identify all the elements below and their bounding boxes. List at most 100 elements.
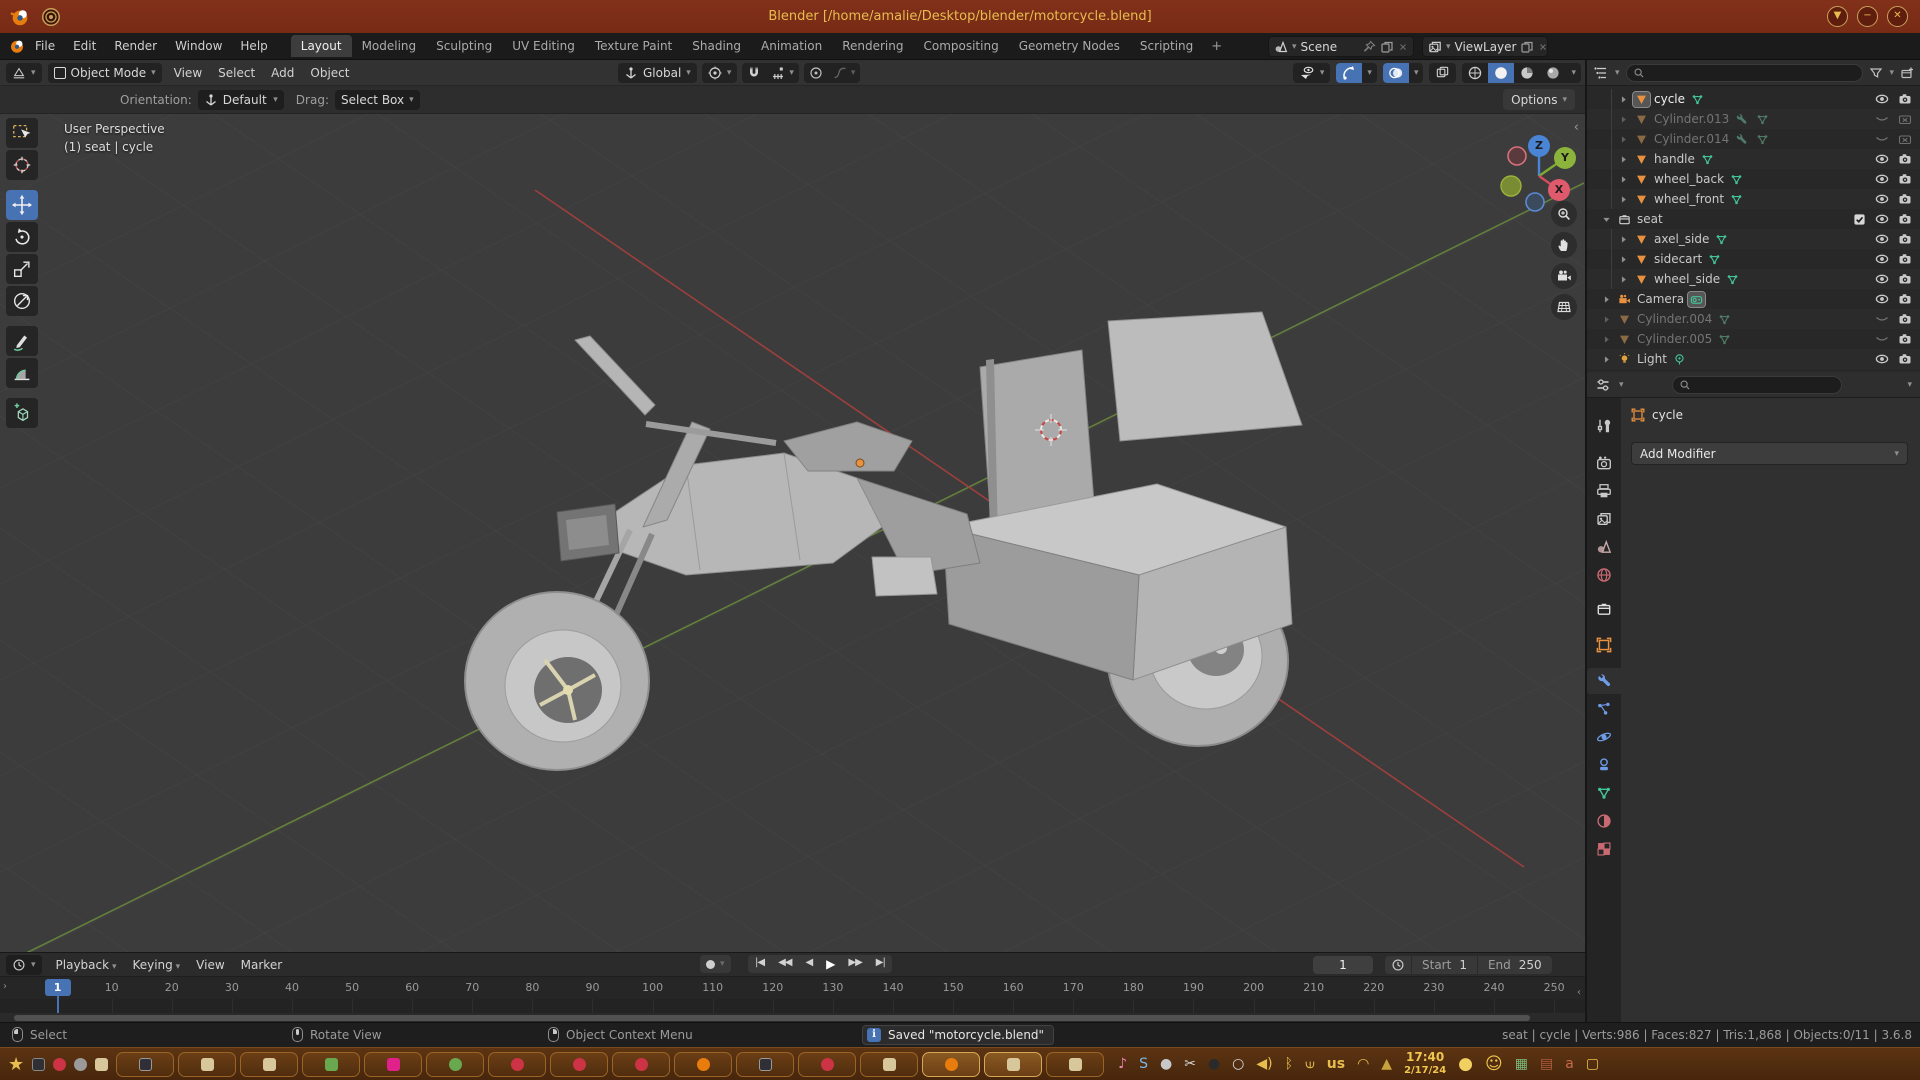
- outliner-row-sidecart[interactable]: sidecart: [1587, 249, 1920, 269]
- taskbar-slot-terminal[interactable]: [736, 1052, 794, 1077]
- properties-tab-material[interactable]: [1587, 808, 1621, 834]
- taskbar-slot-package[interactable]: [860, 1052, 918, 1077]
- timeline-track[interactable]: [0, 999, 1585, 1013]
- snap-target-dropdown[interactable]: ▾: [766, 63, 799, 83]
- shading-mode-group[interactable]: ▾: [1462, 63, 1581, 83]
- close-icon[interactable]: [1538, 40, 1548, 54]
- snapping-group[interactable]: ▾: [742, 63, 799, 83]
- menubar-menu-help[interactable]: Help: [231, 35, 276, 57]
- proportional-edit-group[interactable]: ▾: [804, 63, 861, 83]
- tray-search-icon[interactable]: ○: [1232, 1056, 1244, 1072]
- properties-tab-output[interactable]: [1587, 478, 1621, 504]
- workspace-tab-layout[interactable]: Layout: [291, 35, 352, 57]
- timeline-menu-view[interactable]: View: [188, 958, 232, 972]
- editor-type-button[interactable]: ▾: [6, 63, 42, 83]
- taskbar-slot-darts[interactable]: [426, 1052, 484, 1077]
- sidebar-toggle-arrow[interactable]: ‹: [1574, 120, 1579, 135]
- launcher-wheel-icon[interactable]: [74, 1058, 87, 1071]
- ruler-left-arrow[interactable]: ›: [3, 981, 7, 992]
- tray-ball-icon[interactable]: ●: [1208, 1056, 1220, 1072]
- tool-annotate[interactable]: [6, 326, 38, 356]
- taskbar-slot-player[interactable]: [488, 1052, 546, 1077]
- tray-show-desktop-icon[interactable]: ▢: [1586, 1056, 1599, 1072]
- disable-render-toggle[interactable]: [1898, 252, 1912, 266]
- tray-wifi-icon[interactable]: ◠: [1357, 1056, 1369, 1072]
- filter-icon[interactable]: [1869, 66, 1883, 80]
- disable-render-toggle[interactable]: [1898, 192, 1912, 206]
- hide-viewport-toggle[interactable]: [1875, 252, 1889, 266]
- properties-tab-viewlayer[interactable]: [1587, 506, 1621, 532]
- drag-setting-dropdown[interactable]: Select Box▾: [335, 90, 420, 110]
- tray-usb-icon[interactable]: ⟒: [1305, 1056, 1315, 1072]
- zoom-view-button[interactable]: [1551, 201, 1577, 227]
- tray-scissors-icon[interactable]: ✂: [1184, 1056, 1196, 1072]
- pin-icon[interactable]: [1896, 408, 1910, 422]
- disable-render-toggle[interactable]: [1898, 292, 1912, 306]
- show-gizmo-toggle[interactable]: [1336, 63, 1362, 83]
- tray-volume-icon[interactable]: ◀): [1256, 1056, 1272, 1072]
- properties-tab-scene[interactable]: [1587, 534, 1621, 560]
- tray-dictionary-icon[interactable]: a: [1565, 1056, 1574, 1072]
- launcher-star-icon[interactable]: ★: [8, 1054, 24, 1075]
- taskbar-slot-package[interactable]: [240, 1052, 298, 1077]
- axis-neg-x-ball[interactable]: [1508, 147, 1526, 165]
- window-menu-button[interactable]: ▼: [1827, 6, 1848, 27]
- properties-tab-data[interactable]: [1587, 780, 1621, 806]
- menubar-menu-render[interactable]: Render: [105, 35, 166, 57]
- pin-icon[interactable]: [1362, 40, 1376, 54]
- outliner-row-wheel_side[interactable]: wheel_side: [1587, 269, 1920, 289]
- new-viewlayer-icon[interactable]: [1520, 40, 1534, 54]
- taskbar-slot-terminal[interactable]: [116, 1052, 174, 1077]
- properties-tab-modifier[interactable]: [1587, 668, 1621, 694]
- tray-skype-icon[interactable]: S: [1139, 1056, 1148, 1072]
- window-close-button[interactable]: ✕: [1887, 6, 1908, 27]
- add-workspace-button[interactable]: +: [1203, 37, 1230, 56]
- axis-y-ball[interactable]: Y: [1554, 147, 1576, 169]
- timeline-menu-keying[interactable]: Keying ▾: [124, 958, 188, 972]
- disable-render-toggle[interactable]: [1898, 312, 1912, 326]
- outliner-row-seat[interactable]: seat: [1587, 209, 1920, 229]
- camera-view-button[interactable]: [1551, 263, 1577, 289]
- launcher-terminal-icon[interactable]: [32, 1058, 45, 1071]
- disable-render-toggle[interactable]: [1898, 172, 1912, 186]
- viewport-menu-select[interactable]: Select: [210, 66, 263, 80]
- shading-material-button[interactable]: [1514, 63, 1540, 83]
- taskbar-slot-files[interactable]: [984, 1052, 1042, 1077]
- hide-viewport-toggle[interactable]: [1875, 172, 1889, 186]
- tool-cursor[interactable]: [6, 150, 38, 180]
- clock-widget[interactable]: 17:402/17/24: [1404, 1051, 1446, 1077]
- properties-tab-collection[interactable]: [1587, 596, 1621, 622]
- launcher-media-player-icon[interactable]: [53, 1058, 66, 1071]
- motorcycle-model[interactable]: [465, 312, 1302, 770]
- transform-orientation-dropdown[interactable]: Global▾: [618, 63, 697, 83]
- shading-dropdown[interactable]: ▾: [1566, 63, 1581, 83]
- keyboard-layout-indicator[interactable]: us: [1327, 1056, 1345, 1072]
- tray-paw-icon[interactable]: ●: [1160, 1056, 1172, 1072]
- workspace-tab-scripting[interactable]: Scripting: [1130, 35, 1203, 57]
- disable-render-toggle[interactable]: [1898, 272, 1912, 286]
- disable-render-toggle[interactable]: [1898, 132, 1912, 146]
- mode-dropdown[interactable]: Object Mode▾: [48, 63, 162, 83]
- tool-add-cube[interactable]: [6, 398, 38, 428]
- jump-to-end-button[interactable]: ▶|: [869, 955, 892, 973]
- shading-rendered-button[interactable]: [1540, 63, 1566, 83]
- tool-select-box[interactable]: [6, 118, 38, 148]
- ortho-toggle-button[interactable]: [1551, 294, 1577, 320]
- axis-x-ball[interactable]: X: [1548, 179, 1570, 201]
- launcher-package-icon[interactable]: [95, 1058, 108, 1071]
- tray-music-icon[interactable]: ♪: [1118, 1056, 1127, 1072]
- xray-toggle[interactable]: [1429, 63, 1456, 83]
- show-overlays-toggle[interactable]: [1383, 63, 1409, 83]
- proportional-toggle[interactable]: [804, 63, 828, 83]
- outliner-row-wheel_front[interactable]: wheel_front: [1587, 189, 1920, 209]
- jump-to-start-button[interactable]: |◀: [748, 955, 771, 973]
- scrollbar-handle[interactable]: [14, 1015, 1530, 1021]
- disable-render-toggle[interactable]: [1898, 352, 1912, 366]
- next-keyframe-button[interactable]: ▶▶: [841, 955, 868, 973]
- taskbar-slot-document[interactable]: [1046, 1052, 1104, 1077]
- snap-toggle[interactable]: [742, 63, 766, 83]
- outliner-search-input[interactable]: [1626, 64, 1864, 82]
- chevron-down-icon[interactable]: ▾: [1907, 380, 1912, 390]
- viewport-menu-add[interactable]: Add: [263, 66, 302, 80]
- hide-viewport-toggle[interactable]: [1875, 332, 1889, 346]
